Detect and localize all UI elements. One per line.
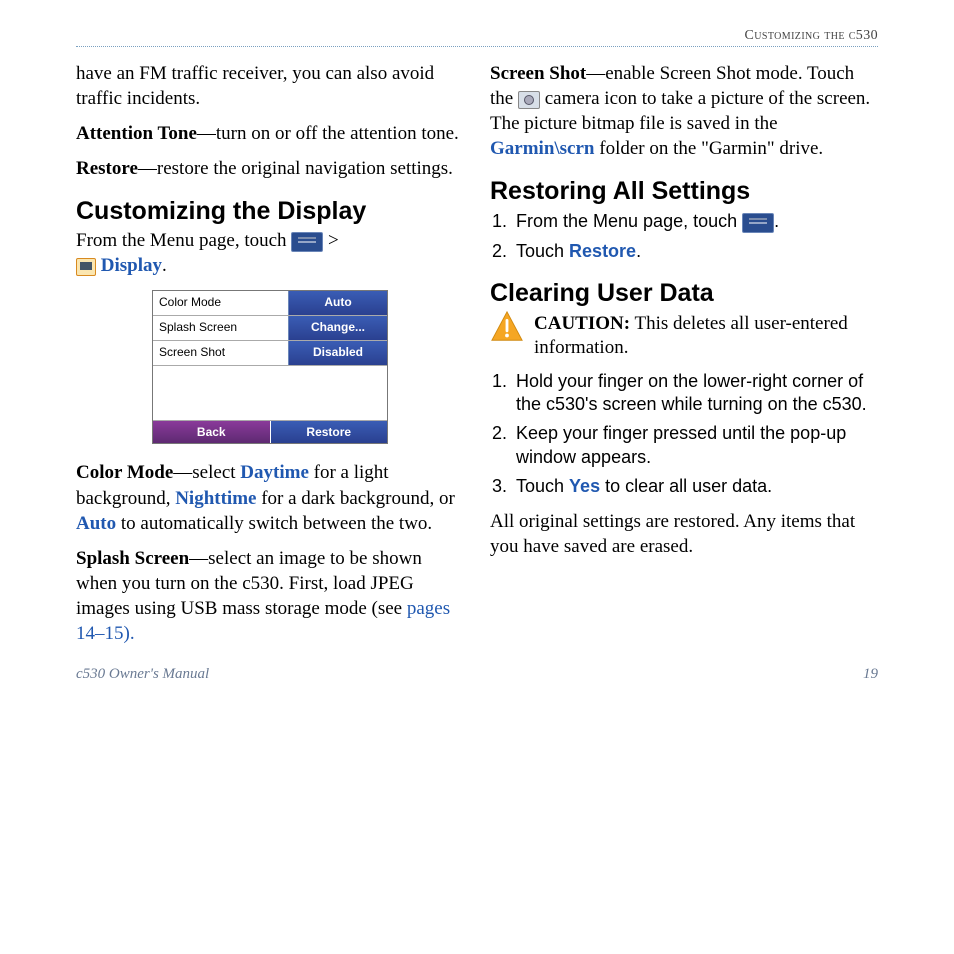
ds-value-button[interactable]: Change... [288, 316, 387, 340]
color-mode-paragraph: Color Mode—select Daytime for a light ba… [76, 460, 464, 535]
ss-c: folder on the "Garmin" drive. [595, 138, 824, 159]
page-footer: c530 Owner's Manual 19 [76, 666, 878, 683]
splash-screen-label: Splash Screen [76, 548, 189, 569]
clear-step-1: Hold your finger on the lower-right corn… [512, 370, 878, 417]
restore-step-1: From the Menu page, touch . [512, 210, 878, 233]
custom-intro-a: From the Menu page, touch [76, 230, 291, 251]
screen-shot-paragraph: Screen Shot—enable Screen Shot mode. Tou… [490, 61, 878, 161]
wrench-icon [291, 232, 323, 252]
color-mode-label: Color Mode [76, 462, 173, 483]
clear-after-paragraph: All original settings are restored. Any … [490, 509, 878, 559]
ds-label: Color Mode [153, 291, 288, 315]
attention-tone-paragraph: Attention Tone—turn on or off the attent… [76, 121, 464, 146]
ds-value-button[interactable]: Auto [288, 291, 387, 315]
clear-step-3: Touch Yes to clear all user data. [512, 475, 878, 498]
ds-restore-button[interactable]: Restore [271, 421, 388, 443]
content-columns: have an FM traffic receiver, you can als… [76, 61, 878, 656]
ds-label: Splash Screen [153, 316, 288, 340]
garmin-path: Garmin\scrn [490, 138, 595, 159]
restore-s2a: Touch [516, 241, 569, 261]
ds-row-color-mode: Color Mode Auto [153, 291, 387, 316]
ds-spacer [153, 366, 387, 421]
restore-s1b: . [774, 211, 779, 231]
clear-s3b: to clear all user data. [600, 476, 772, 496]
restore-label: Restore [76, 158, 138, 179]
ds-row-splash-screen: Splash Screen Change... [153, 316, 387, 341]
daytime-link[interactable]: Daytime [240, 462, 309, 483]
clear-step-2: Keep your finger pressed until the pop-u… [512, 422, 878, 469]
color-d: to automatically switch between the two. [116, 513, 432, 534]
screen-shot-label: Screen Shot [490, 63, 586, 84]
nighttime-link[interactable]: Nighttime [175, 488, 256, 509]
color-c: for a dark background, or [256, 488, 454, 509]
yes-link[interactable]: Yes [569, 476, 600, 496]
restore-step-2: Touch Restore. [512, 240, 878, 263]
caution-label: CAUTION: [534, 313, 630, 334]
ds-value-button[interactable]: Disabled [288, 341, 387, 365]
attention-tone-label: Attention Tone [76, 123, 197, 144]
footer-page-number: 19 [863, 666, 878, 683]
intro-paragraph: have an FM traffic receiver, you can als… [76, 61, 464, 111]
caution-text-block: CAUTION: This deletes all user-entered i… [534, 310, 878, 360]
camera-icon [518, 91, 540, 109]
splash-screen-paragraph: Splash Screen—select an image to be show… [76, 546, 464, 646]
custom-intro-b: > [323, 230, 338, 251]
caution-icon [490, 310, 524, 344]
wrench-icon [742, 213, 774, 233]
display-icon [76, 258, 96, 276]
heading-customizing-display: Customizing the Display [76, 197, 464, 226]
restore-link[interactable]: Restore [569, 241, 636, 261]
ds-footer: Back Restore [153, 421, 387, 443]
restore-text: —restore the original navigation setting… [138, 158, 453, 179]
attention-tone-text: —turn on or off the attention tone. [197, 123, 459, 144]
restore-s1a: From the Menu page, touch [516, 211, 742, 231]
heading-clearing-user-data: Clearing User Data [490, 279, 878, 308]
custom-intro-c: . [162, 255, 167, 276]
clear-steps-list: Hold your finger on the lower-right corn… [490, 370, 878, 499]
color-a: —select [173, 462, 240, 483]
auto-link[interactable]: Auto [76, 513, 116, 534]
footer-manual-title: c530 Owner's Manual [76, 666, 209, 683]
restore-s2b: . [636, 241, 641, 261]
page-header: Customizing the c530 [76, 28, 878, 47]
customizing-intro: From the Menu page, touch > Display. [76, 228, 464, 278]
ds-label: Screen Shot [153, 341, 288, 365]
heading-restoring-all: Restoring All Settings [490, 177, 878, 206]
ds-row-screen-shot: Screen Shot Disabled [153, 341, 387, 366]
left-column: have an FM traffic receiver, you can als… [76, 61, 464, 656]
restore-paragraph: Restore—restore the original navigation … [76, 156, 464, 181]
display-link[interactable]: Display [101, 255, 162, 276]
right-column: Screen Shot—enable Screen Shot mode. Tou… [490, 61, 878, 656]
clear-s3a: Touch [516, 476, 569, 496]
device-screenshot: Color Mode Auto Splash Screen Change... … [152, 290, 388, 444]
caution-callout: CAUTION: This deletes all user-entered i… [490, 310, 878, 360]
ss-b: camera icon to take a picture of the scr… [490, 88, 870, 134]
ds-back-button[interactable]: Back [153, 421, 271, 443]
restore-steps-list: From the Menu page, touch . Touch Restor… [490, 210, 878, 263]
